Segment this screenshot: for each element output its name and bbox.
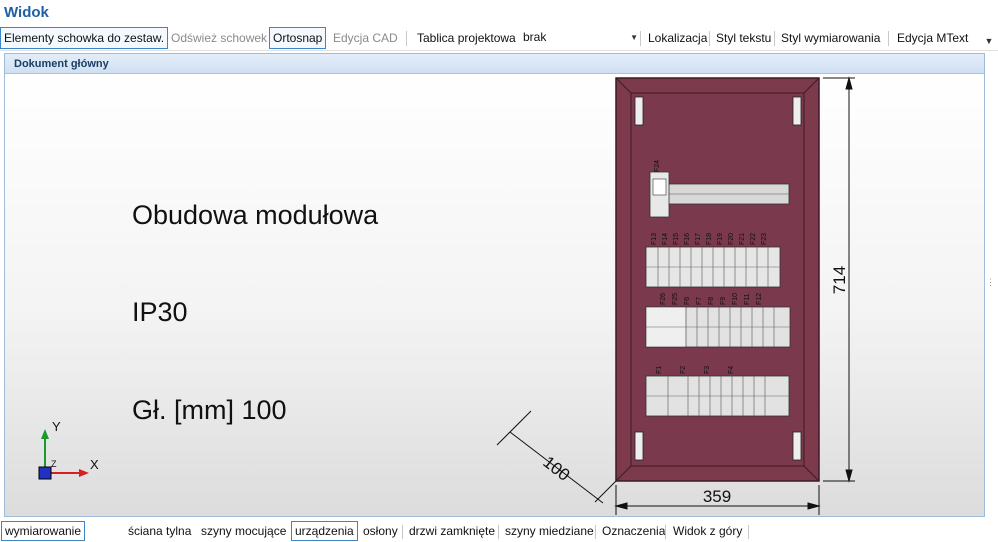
dimension-style-button[interactable]: Styl wymiarowania [777, 27, 884, 49]
device-label: F19 [717, 233, 724, 245]
depth-dimension-label: 100 [539, 452, 573, 484]
device-label: F10 [732, 293, 739, 305]
toolbar-separator [640, 31, 641, 46]
device-label: F9 [720, 297, 727, 305]
text-style-button[interactable]: Styl tekstu [712, 27, 775, 49]
layer-tabs: wymiarowanie ściana tylna szyny mocujące… [0, 519, 998, 542]
tab-separator [402, 525, 403, 539]
ucs-axis-icon: Y X Z [38, 419, 99, 480]
device-label: F18 [706, 233, 713, 245]
width-dimension-label: 359 [703, 487, 731, 506]
project-table-label: Tablica projektowa [417, 31, 516, 45]
panel-title: Dokument główny [14, 58, 109, 70]
device-label: F20 [728, 233, 735, 245]
toolbar-separator [888, 31, 889, 46]
device-label: F25 [672, 293, 679, 305]
device-label: F17 [695, 233, 702, 245]
clipboard-elements-button[interactable]: Elementy schowka do zestaw. [0, 27, 169, 49]
cad-drawing: Y X Z F24 F13 F14 F15 F16 F17 F18 F19 F2… [38, 76, 855, 515]
chevron-down-icon: ▼ [630, 33, 638, 42]
device-label: F2 [680, 366, 687, 374]
din-rail-4 [645, 375, 790, 417]
tab-separator [498, 525, 499, 539]
tab-separator [665, 525, 666, 539]
device-label: F12 [756, 293, 763, 305]
cad-edit-button[interactable]: Edycja CAD [329, 27, 402, 49]
device-label: F3 [704, 366, 711, 374]
toolbar: Elementy schowka do zestaw. Odśwież scho… [0, 26, 998, 51]
device-label: F16 [684, 233, 691, 245]
height-dimension-label: 714 [830, 266, 849, 294]
project-table-select[interactable]: brak ▼ [520, 29, 640, 47]
device-label: F26 [660, 293, 667, 305]
tab-closed-door[interactable]: drzwi zamknięte [405, 521, 499, 541]
device-label: F13 [651, 233, 658, 245]
tab-dimensioning[interactable]: wymiarowanie [1, 521, 86, 541]
tab-separator [595, 525, 596, 539]
drawing-canvas[interactable]: Obudowa modułowa IP30 Gł. [mm] 100 Y X Z [5, 75, 984, 516]
device-label: F11 [744, 293, 751, 305]
toolbar-overflow-icon[interactable]: ▼ [982, 34, 996, 48]
panel-splitter-handle[interactable]: ⋮ [986, 278, 995, 287]
tab-top-view[interactable]: Widok z góry [669, 521, 746, 541]
device-label: F4 [728, 366, 735, 374]
tab-covers[interactable]: osłony [359, 521, 402, 541]
device-label: F14 [662, 233, 669, 245]
ortosnap-toggle[interactable]: Ortosnap [269, 27, 327, 49]
device-label: F15 [673, 233, 680, 245]
main-document-panel: Dokument główny Obudowa modułowa IP30 Gł… [4, 53, 985, 517]
device-label: F23 [761, 233, 768, 245]
axis-x-label: X [90, 457, 99, 472]
tab-back-wall[interactable]: ściana tylna [124, 521, 195, 541]
din-rail-3 [645, 306, 791, 348]
device-label: F22 [750, 233, 757, 245]
mtext-edit-button[interactable]: Edycja MText [893, 27, 972, 49]
title-bar: Widok [0, 0, 998, 26]
din-rail-2 [645, 246, 781, 288]
window-title: Widok [4, 4, 49, 21]
toolbar-separator [406, 31, 407, 46]
tab-separator [748, 525, 749, 539]
refresh-clipboard-button[interactable]: Odśwież schowek [167, 27, 271, 49]
device-label: F6 [684, 297, 691, 305]
tab-devices[interactable]: urządzenia [291, 521, 358, 541]
tab-copper-busbars[interactable]: szyny miedziane [501, 521, 598, 541]
localization-button[interactable]: Lokalizacja [644, 27, 711, 49]
project-table-value: brak [523, 30, 547, 44]
toolbar-separator [709, 31, 710, 46]
panel-header: Dokument główny [5, 54, 984, 74]
axis-y-label: Y [52, 419, 61, 434]
device-label: F21 [739, 233, 746, 245]
device-label: F8 [708, 297, 715, 305]
device-label: F7 [696, 297, 703, 305]
device-label: F1 [656, 366, 663, 374]
axis-z-label: Z [51, 459, 57, 469]
tab-markings[interactable]: Oznaczenia [598, 521, 669, 541]
toolbar-separator [774, 31, 775, 46]
row-2-labels: F13 F14 F15 F16 F17 F18 F19 F20 F21 F22 F23 [651, 233, 768, 245]
tab-mounting-rails[interactable]: szyny mocujące [197, 521, 290, 541]
svg-text:F24: F24 [654, 160, 661, 172]
